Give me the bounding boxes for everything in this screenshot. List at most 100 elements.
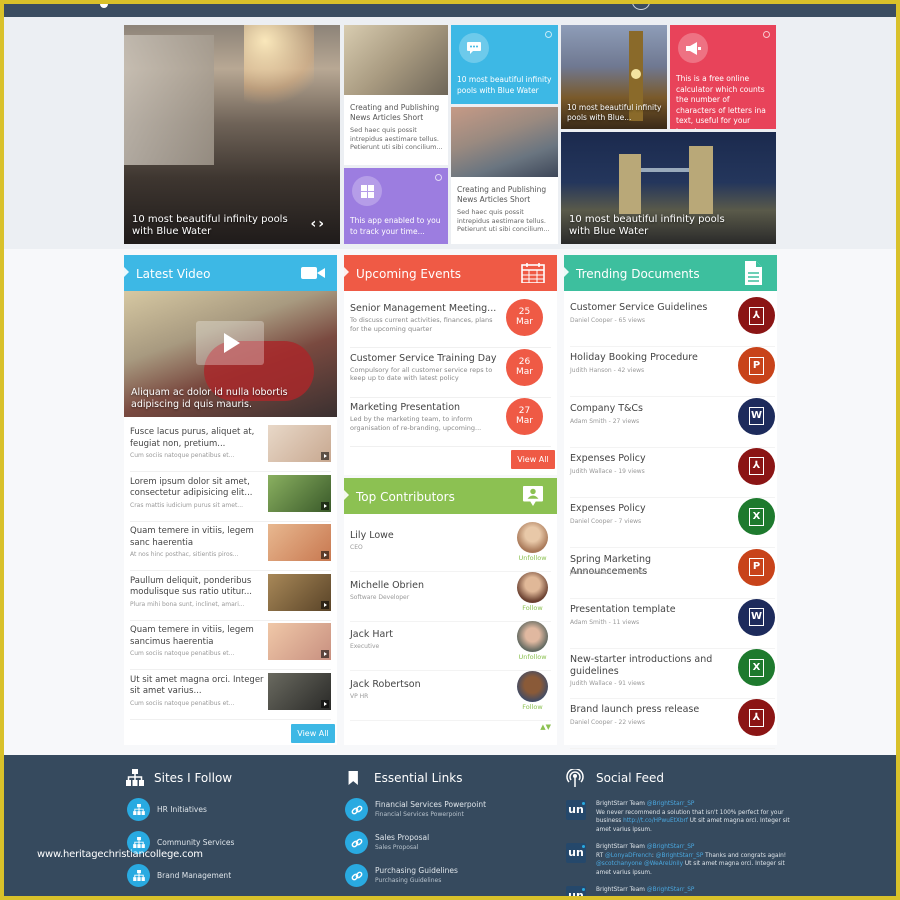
video-list-item[interactable]: Quam temere in vitiis, legem sancimus ha…	[130, 621, 331, 670]
follow-toggle[interactable]: Unfollow	[514, 653, 551, 661]
profile-icon[interactable]	[632, 4, 650, 10]
document-item[interactable]: Company T&Cs Adam Smith - 27 views W	[570, 397, 775, 448]
events-view-all-button[interactable]: View All	[511, 450, 555, 469]
event-day: 27	[518, 406, 531, 416]
word-file-icon[interactable]: W	[738, 397, 775, 435]
contributor-role: Software Developer	[350, 593, 410, 601]
follow-toggle[interactable]: Follow	[514, 703, 551, 711]
document-item[interactable]: Holiday Booking Procedure Judith Hanson -…	[570, 347, 775, 398]
bigben-tile[interactable]: 10 most beautiful infinity pools with Bl…	[561, 25, 667, 129]
video-item-subtitle: Plura mihi bona sunt, inclinet, amari...	[130, 600, 245, 608]
video-list-item[interactable]: Ut sit amet magna orci. Integer sit amet…	[130, 671, 331, 720]
tweet-author: BrightStarr Team	[596, 887, 645, 893]
play-button[interactable]	[196, 321, 264, 365]
tweet-link[interactable]: @BrightStarr_SP	[656, 853, 704, 859]
top-nav-bar	[4, 4, 896, 17]
word-file-icon[interactable]: W	[738, 598, 775, 636]
video-thumbnail[interactable]	[268, 524, 331, 561]
video-thumbnail[interactable]	[268, 672, 331, 710]
essential-link-title[interactable]: Sales Proposal	[375, 833, 429, 842]
site-link[interactable]: Community Services	[157, 838, 234, 847]
event-item[interactable]: Senior Management Meeting... To discuss c…	[350, 299, 551, 348]
video-list-item[interactable]: Lorem ipsum dolor sit amet, consectetur …	[130, 473, 331, 522]
event-item[interactable]: Marketing Presentation Led by the marketi…	[350, 398, 551, 447]
video-list-item[interactable]: Quam temere in vitiis, legem sanc haeren…	[130, 522, 331, 571]
contributor-name: Michelle Obrien	[350, 579, 424, 591]
pdf-file-icon[interactable]: ⅄	[738, 297, 775, 334]
follow-toggle[interactable]: Unfollow	[514, 554, 551, 562]
video-list-item[interactable]: Fusce lacus purus, aliquet at, feugiat n…	[130, 423, 331, 472]
tweet-link[interactable]: @LonyaDFrench	[605, 853, 652, 859]
document-item[interactable]: Presentation template Adam Smith - 11 vie…	[570, 598, 775, 649]
file-glyph: ⅄	[749, 457, 764, 476]
essential-link-title[interactable]: Financial Services Powerpoint	[375, 800, 486, 809]
tweet-handle[interactable]: @BrightStarr_SP	[647, 844, 695, 850]
contributors-scroll[interactable]: ▲▼	[540, 723, 551, 731]
chat-bubble-icon	[459, 33, 489, 63]
pdf-file-icon[interactable]: ⅄	[738, 699, 775, 737]
site-link[interactable]: HR Initiatives	[157, 805, 207, 814]
document-title: Brand launch press release	[570, 704, 700, 716]
news-tile-2-title: Creating and Publishing News Articles Sh…	[457, 185, 547, 204]
video-thumbnail[interactable]	[268, 425, 331, 462]
excel-file-icon[interactable]: X	[738, 649, 775, 687]
next-arrow[interactable]: ›	[318, 216, 326, 232]
document-item[interactable]: Spring Marketing Announcements Judith Han…	[570, 548, 775, 599]
bridge-tile[interactable]: 10 most beautiful infinity pools with Bl…	[561, 132, 776, 244]
tweet-link[interactable]: http://t.co/HPwuEtXbrf	[623, 818, 688, 824]
news-tile-1-desc: Sed haec quis possit intrepidus aestimar…	[350, 126, 443, 151]
excel-file-icon[interactable]: X	[738, 498, 775, 536]
contributor-avatar[interactable]	[517, 670, 548, 702]
links-title: Essential Links	[374, 771, 463, 785]
event-month: Mar	[516, 317, 533, 327]
tweet-link[interactable]: @scotchanyone @WeAreUnily	[596, 861, 683, 867]
site-link[interactable]: Brand Management	[157, 871, 231, 880]
news-tile-1[interactable]: Creating and Publishing News Articles Sh…	[344, 25, 448, 165]
contributor-role: Executive	[350, 643, 380, 650]
latest-video-title: Latest Video	[136, 267, 211, 281]
megaphone-tile[interactable]: This is a free online calculator which c…	[670, 25, 776, 129]
video-thumbnail[interactable]	[268, 623, 331, 660]
document-item[interactable]: New-starter introductions and guidelines…	[570, 649, 775, 700]
featured-video[interactable]: Aliquam ac dolor id nulla lobortis adipi…	[124, 291, 337, 417]
video-thumbnail[interactable]	[268, 573, 331, 611]
contributor-avatar[interactable]	[517, 571, 548, 603]
document-item[interactable]: Expenses Policy Judith Wallace - 19 views…	[570, 447, 775, 498]
video-item-title: Fusce lacus purus, aliquet at, feugiat n…	[130, 427, 255, 449]
scroll-down-icon[interactable]: ▼	[546, 723, 551, 731]
broadcast-icon	[566, 769, 584, 787]
file-glyph: W	[749, 608, 764, 627]
upcoming-events-panel: Upcoming Events Senior Management Meetin…	[344, 255, 557, 475]
document-item[interactable]: Brand launch press release Daniel Cooper …	[570, 699, 775, 750]
ppt-file-icon[interactable]: P	[738, 548, 775, 586]
contributor-name: Jack Robertson	[350, 678, 421, 690]
carousel-arrows[interactable]: ‹›	[310, 216, 326, 232]
document-item[interactable]: Expenses Policy Daniel Cooper - 7 views X	[570, 498, 775, 549]
link-icon	[345, 831, 368, 854]
hero-main-tile[interactable]: 10 most beautiful infinity pools with Bl…	[124, 25, 340, 244]
document-item[interactable]: Customer Service Guidelines Daniel Cooper…	[570, 297, 775, 347]
windows-tile[interactable]: This app enabled to you to track your ti…	[344, 168, 448, 244]
sitemap-icon	[127, 798, 150, 821]
video-item-subtitle: Cras mattis iudicium purus sit amet...	[130, 501, 244, 509]
follow-toggle[interactable]: Follow	[514, 604, 551, 612]
tweet-handle[interactable]: @BrightStarr_SP	[647, 887, 695, 893]
contributor-avatar[interactable]	[517, 522, 548, 553]
videos-view-all-button[interactable]: View All	[291, 724, 335, 743]
chat-tile[interactable]: 10 most beautiful infinity pools with Bl…	[451, 25, 558, 104]
document-meta: Judith Hanson - 52 views	[570, 568, 645, 576]
contributor-avatar[interactable]	[517, 621, 548, 652]
play-icon	[321, 551, 329, 559]
pdf-file-icon[interactable]: ⅄	[738, 447, 775, 485]
video-list-item[interactable]: Paullum deliquit, ponderibus modulisque …	[130, 572, 331, 621]
video-item-subtitle: At nos hinc posthac, sitientis piros...	[130, 551, 239, 558]
video-thumbnail[interactable]	[268, 474, 331, 512]
news-tile-2[interactable]: Creating and Publishing News Articles Sh…	[451, 107, 558, 244]
featured-video-caption: Aliquam ac dolor id nulla lobortis adipi…	[131, 387, 288, 410]
tweet-handle[interactable]: @BrightStarr_SP	[647, 801, 695, 807]
ppt-file-icon[interactable]: P	[738, 347, 775, 385]
essential-link-title[interactable]: Purchasing Guidelines	[375, 866, 458, 875]
event-item[interactable]: Customer Service Training Day Compulsory …	[350, 348, 551, 398]
event-desc: To discuss current activities, finances,…	[350, 316, 493, 333]
news-tile-1-title: Creating and Publishing News Articles Sh…	[350, 103, 440, 122]
